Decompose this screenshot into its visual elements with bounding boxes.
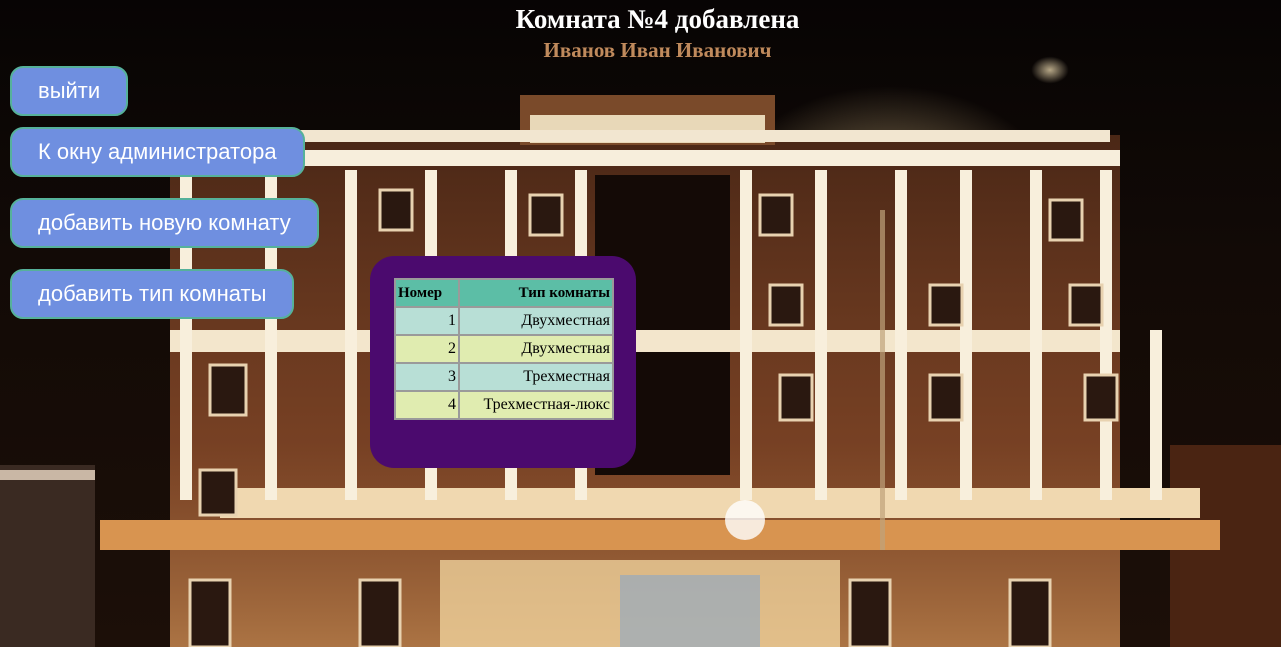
room-number-cell: 3	[394, 362, 460, 392]
user-name: Иванов Иван Иванович	[543, 38, 772, 62]
logout-button[interactable]: выйти	[10, 66, 129, 116]
admin-window-button[interactable]: К окну администратора	[10, 127, 305, 177]
room-type-cell: Трехместная-люкс	[458, 390, 614, 420]
table-row: 1 Двухместная	[394, 306, 614, 336]
table-header-row: Номер Тип комнаты	[394, 278, 614, 308]
table-row: 3 Трехместная	[394, 362, 614, 392]
table-row: 4 Трехместная-люкс	[394, 390, 614, 420]
rooms-table: Номер Тип комнаты 1 Двухместная 2 Двухме…	[394, 278, 614, 420]
room-number-cell: 2	[394, 334, 460, 364]
room-number-cell: 1	[394, 306, 460, 336]
column-header-room-type: Тип комнаты	[458, 278, 614, 308]
room-type-cell: Двухместная	[458, 334, 614, 364]
room-type-cell: Двухместная	[458, 306, 614, 336]
hotel-background-image	[0, 0, 1281, 647]
room-number-cell: 4	[394, 390, 460, 420]
room-type-cell: Трехместная	[458, 362, 614, 392]
page-title: Комната №4 добавлена	[515, 4, 800, 34]
table-row: 2 Двухместная	[394, 334, 614, 364]
column-header-number: Номер	[394, 278, 460, 308]
rooms-table-panel: Номер Тип комнаты 1 Двухместная 2 Двухме…	[370, 256, 636, 468]
add-room-type-button[interactable]: добавить тип комнаты	[10, 269, 295, 319]
add-room-button[interactable]: добавить новую комнату	[10, 198, 319, 248]
